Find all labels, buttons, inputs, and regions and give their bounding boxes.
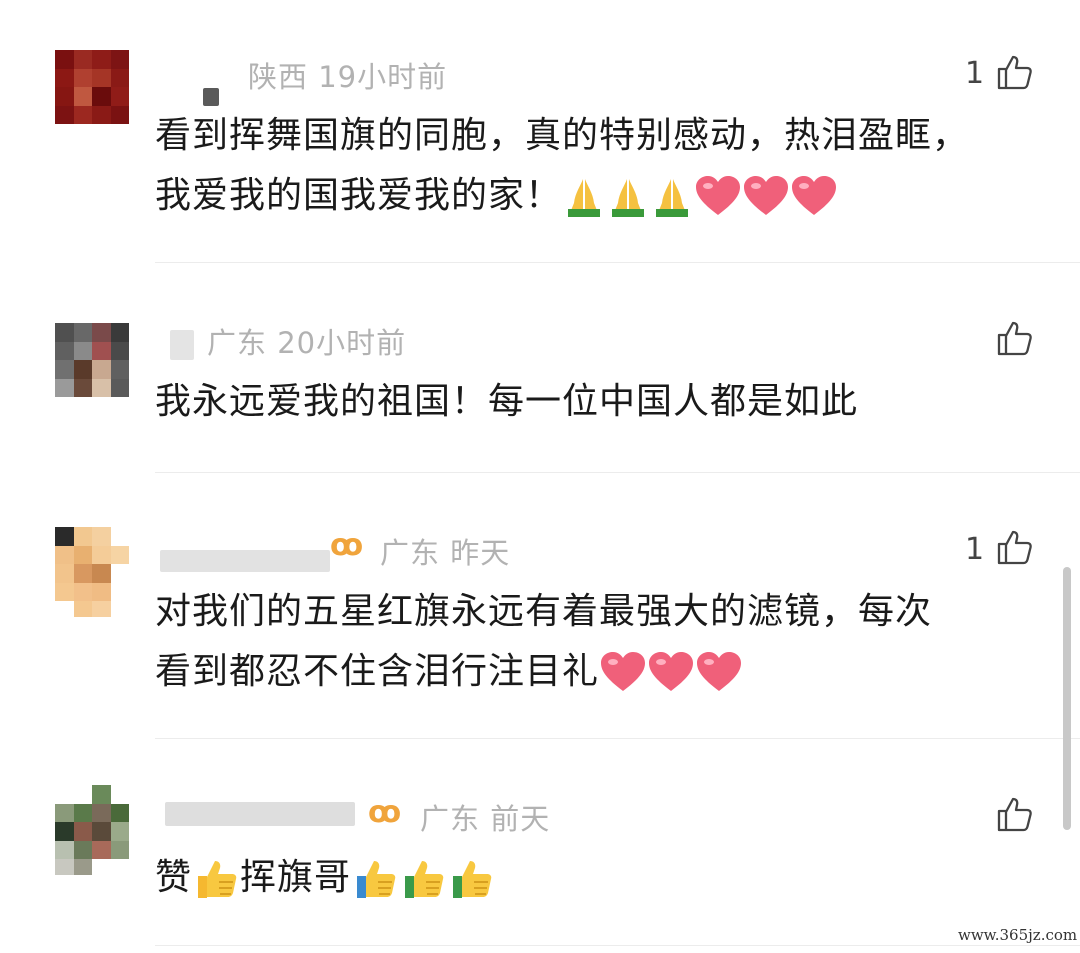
heart-emoji <box>696 176 741 215</box>
comment-text-line: 赞 挥旗哥 <box>155 848 495 908</box>
comment-text-line: 我永远爱我的祖国！每一位中国人都是如此 <box>155 381 859 422</box>
heart-emoji <box>792 176 837 215</box>
comment-region: 陕西 <box>248 60 309 94</box>
thumbs-up-emoji <box>198 861 237 898</box>
divider <box>155 945 1080 946</box>
thumbs-up-emoji <box>357 861 396 898</box>
comment-text: 赞 挥旗哥 <box>155 848 495 908</box>
comment-region: 广东 <box>380 536 441 570</box>
heart-emoji <box>697 652 742 691</box>
thumbs-up-emoji <box>453 861 492 898</box>
comment-meta: 广东 20小时前 <box>207 320 406 362</box>
like-count: 1 <box>965 56 985 91</box>
divider <box>155 262 1080 263</box>
pray-emoji <box>656 179 689 217</box>
username-blurred[interactable] <box>170 330 194 360</box>
comment-region: 广东 <box>207 326 268 360</box>
heart-emoji <box>601 652 646 691</box>
comment-meta: 陕西 19小时前 <box>248 54 447 96</box>
vip-badge-icon: ꝏ <box>368 795 402 830</box>
comment-text-line: 对我们的五星红旗永远有着最强大的滤镜，每次 <box>155 591 933 632</box>
username-blurred[interactable] <box>165 802 355 826</box>
comment-list: 陕西 19小时前 1 看到挥舞国旗的同胞，真的特别感动，热泪盈眶， 我爱我的国我… <box>0 0 1080 953</box>
scrollbar-thumb[interactable] <box>1063 567 1071 830</box>
avatar[interactable] <box>55 323 129 397</box>
pray-emoji <box>612 179 645 217</box>
thumbs-up-icon[interactable] <box>995 52 1035 92</box>
comment-time: 昨天 <box>450 536 511 570</box>
thumbs-up-icon[interactable] <box>995 527 1035 567</box>
comment-text-line: 看到挥舞国旗的同胞，真的特别感动，热泪盈眶， <box>155 115 970 156</box>
comment-text: 看到挥舞国旗的同胞，真的特别感动，热泪盈眶， 我爱我的国我爱我的家！ <box>155 106 969 226</box>
comment-time: 前天 <box>490 802 551 836</box>
comment-text-segment: 看到都忍不住含泪行注目礼 <box>155 651 600 692</box>
comment-text-segment: 赞 <box>155 857 193 898</box>
watermark: www.365jz.com <box>958 926 1078 944</box>
divider <box>155 738 1080 739</box>
thumbs-up-icon[interactable] <box>995 794 1035 834</box>
comment-text: 我永远爱我的祖国！每一位中国人都是如此 <box>155 372 858 432</box>
thumbs-up-icon[interactable] <box>995 318 1035 358</box>
comment-text-segment: 我爱我的国我爱我的家！ <box>155 175 563 216</box>
vip-badge-icon: ꝏ <box>330 528 364 563</box>
pray-emoji <box>568 179 601 217</box>
avatar[interactable] <box>55 527 129 617</box>
comment-text-segment: 挥旗哥 <box>240 857 352 898</box>
comment-text-line: 我爱我的国我爱我的家！ <box>155 166 969 226</box>
comment-meta: 广东 昨天 <box>380 530 510 572</box>
comment-time: 19小时前 <box>318 60 448 94</box>
comment-region: 广东 <box>420 802 481 836</box>
heart-emoji <box>744 176 789 215</box>
avatar[interactable] <box>55 50 129 124</box>
comment-time: 20小时前 <box>277 326 407 360</box>
divider <box>155 472 1080 473</box>
username-blurred[interactable] <box>160 550 330 572</box>
comment-meta: 广东 前天 <box>420 796 550 838</box>
avatar[interactable] <box>55 785 129 875</box>
comment-text: 对我们的五星红旗永远有着最强大的滤镜，每次 看到都忍不住含泪行注目礼 <box>155 582 932 702</box>
thumbs-up-emoji <box>405 861 444 898</box>
username-blurred[interactable] <box>203 88 219 106</box>
heart-emoji <box>649 652 694 691</box>
comment-text-line: 看到都忍不住含泪行注目礼 <box>155 642 932 702</box>
like-count: 1 <box>965 532 985 567</box>
